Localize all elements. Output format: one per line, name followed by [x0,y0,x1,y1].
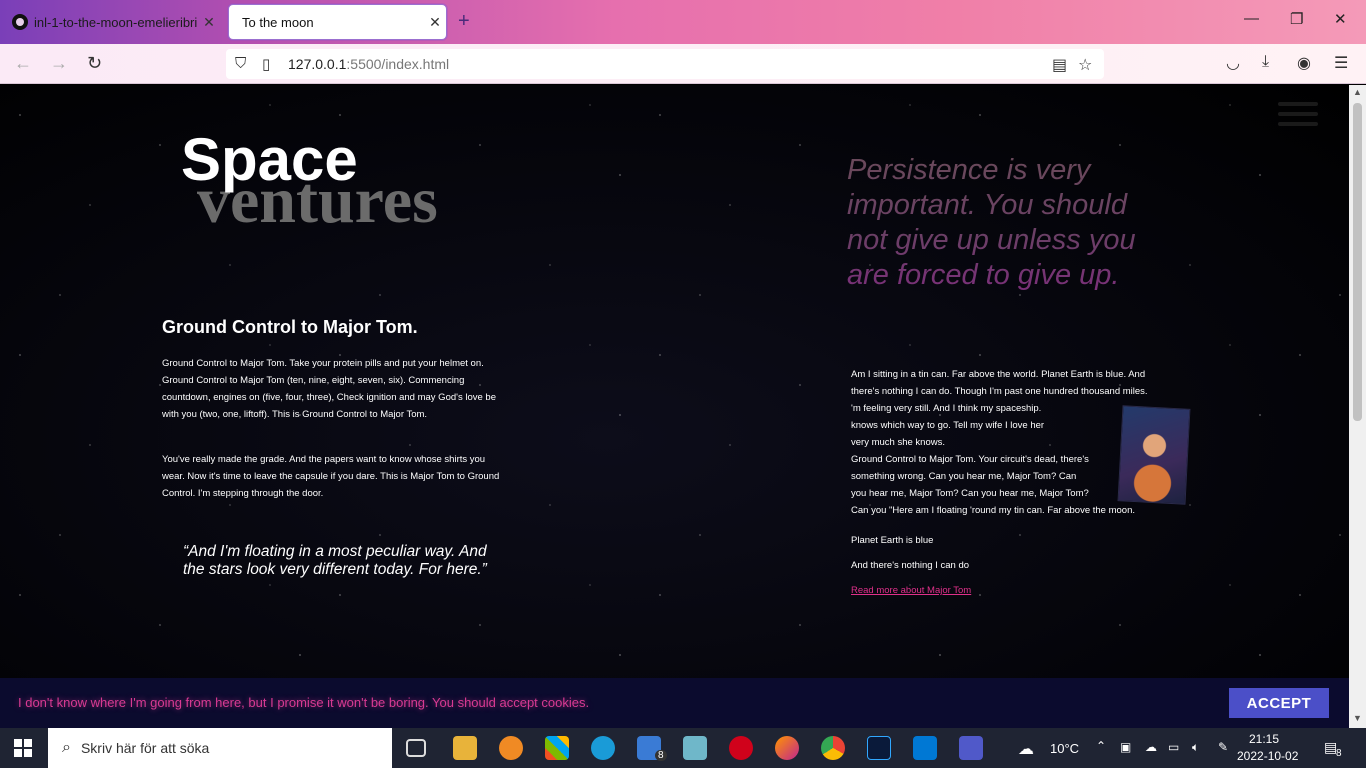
navigation-bar: ← → ↻ ⛉ ▯ 127.0.0.1:5500/index.html ▤ ☆ … [0,44,1366,84]
forward-icon[interactable]: → [50,53,68,74]
cookie-banner: I don't know where I'm going from here, … [0,678,1349,728]
close-tab-icon[interactable]: ✕ [198,14,220,31]
photoshop-icon[interactable] [867,736,891,760]
weather-temp[interactable]: 10°C [1050,741,1079,756]
browser-tab-bar: inl-1-to-the-moon-emelieribrin ✕ To the … [0,0,1366,44]
clock-time[interactable]: 21:15 [1249,732,1279,746]
close-tab-icon[interactable]: ✕ [424,14,446,31]
task-view-icon[interactable] [406,739,426,757]
accept-cookies-button[interactable]: ACCEPT [1229,688,1329,718]
file-explorer-icon[interactable] [453,736,477,760]
clock-date[interactable]: 2022-10-02 [1237,749,1298,763]
tab-github[interactable]: inl-1-to-the-moon-emelieribrin ✕ [4,4,220,40]
page-content: ventures Space Persistence is very impor… [0,85,1349,728]
webcam-icon[interactable]: ▣ [1120,740,1131,754]
scroll-thumb[interactable] [1353,103,1362,421]
chrome-icon[interactable] [821,736,845,760]
teams-icon[interactable] [959,736,983,760]
minimize-button[interactable]: — [1244,10,1259,27]
windows-taskbar: ⌕ Skriv här för att söka 8 ☁ 10°C ⌃ ▣ ☁ … [0,728,1366,768]
windows-start-icon[interactable] [14,739,32,757]
shield-icon[interactable]: ⛉ [235,55,246,72]
url-path: :5500/index.html [346,56,450,72]
tab-title: inl-1-to-the-moon-emelieribrin [34,14,198,30]
lyrics-line: And there's nothing I can do [851,560,970,571]
logo-space: Space [181,126,358,193]
battery-icon[interactable]: ▭ [1168,740,1179,754]
lyrics-line: Planet Earth is blue [851,535,934,546]
chevron-up-icon[interactable]: ⌃ [1096,739,1106,753]
reader-view-icon[interactable]: ▤ [1052,55,1067,75]
scroll-down-icon[interactable]: ▼ [1353,713,1362,723]
paragraph-2: You've really made the grade. And the pa… [162,454,500,499]
search-placeholder: Skriv här för att söka [80,740,210,756]
taskbar-search-box[interactable]: ⌕ Skriv här för att söka [48,728,392,768]
hamburger-menu-icon[interactable] [1278,102,1318,132]
reload-icon[interactable]: ↻ [87,53,102,74]
lyrics-line: Can you "Here am I floating 'round my ti… [851,505,1135,516]
cookie-text: I don't know where I'm going from here, … [18,695,590,710]
bookmark-star-icon[interactable]: ☆ [1078,55,1092,75]
pocket-icon[interactable]: ◡ [1226,53,1240,73]
page-icon: ▯ [262,56,271,73]
store-icon[interactable] [545,736,569,760]
notification-count: 8 [1336,748,1342,759]
weather-icon[interactable]: ☁ [1018,739,1034,759]
lyrics-line: there's nothing I can do. Though I'm pas… [851,386,1148,397]
tab-title: To the moon [242,14,314,30]
scroll-up-icon[interactable]: ▲ [1353,87,1362,97]
paragraph-1: Ground Control to Major Tom. Take your p… [162,358,496,420]
edge-icon[interactable] [591,736,615,760]
restore-button[interactable]: ❐ [1290,10,1303,28]
pen-icon[interactable]: ✎ [1218,740,1228,754]
account-icon[interactable]: ◉ [1297,53,1311,73]
floating-quote: “And I'm floating in a most peculiar way… [183,543,487,578]
download-icon[interactable]: ⤓ [1262,53,1269,71]
url-host: 127.0.0.1 [288,56,347,72]
mail-badge: 8 [655,750,667,761]
astronaut-image [1117,405,1191,505]
app-icon[interactable] [683,736,707,760]
close-window-button[interactable]: ✕ [1334,10,1347,28]
page-scrollbar[interactable]: ▲ ▼ [1349,85,1366,728]
menu-icon[interactable]: ☰ [1334,53,1348,73]
opera-icon[interactable] [729,736,753,760]
lyrics-line: Am I sitting in a tin can. Far above the… [851,369,1146,380]
network-icon[interactable]: ☁ [1145,740,1157,754]
new-tab-button[interactable]: + [458,10,470,33]
vscode-icon[interactable] [913,736,937,760]
address-bar[interactable]: ⛉ ▯ 127.0.0.1:5500/index.html ▤ ☆ [226,49,1104,79]
read-more-link[interactable]: Read more about Major Tom [851,585,971,596]
persistence-quote: Persistence is very important. You shoul… [847,154,1136,291]
tab-to-the-moon[interactable]: To the moon ✕ [228,4,447,40]
search-icon: ⌕ [62,739,71,756]
blender-icon[interactable] [499,736,523,760]
github-icon [12,14,28,30]
section-heading: Ground Control to Major Tom. [162,317,418,337]
firefox-icon[interactable] [775,736,799,760]
volume-icon[interactable]: 🔈︎ [1192,740,1199,755]
back-icon[interactable]: ← [14,53,32,74]
